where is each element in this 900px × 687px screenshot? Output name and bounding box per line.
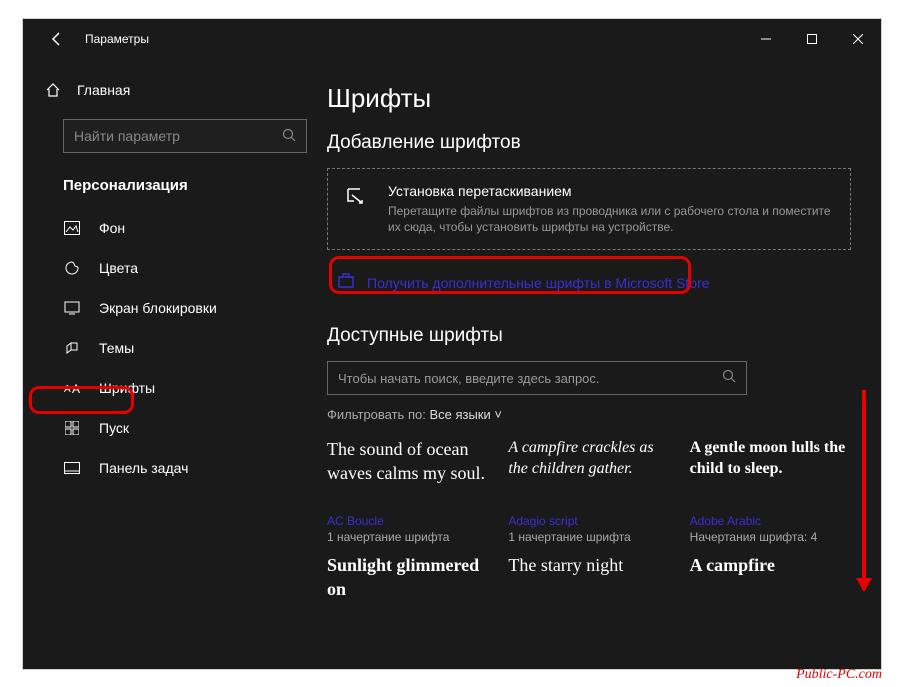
font-name: AC Boucle: [327, 514, 488, 528]
close-button[interactable]: [835, 19, 881, 59]
palette-icon: [63, 260, 81, 276]
font-card[interactable]: A campfire crackles as the children gath…: [508, 438, 669, 544]
font-preview: A campfire crackles as the children gath…: [508, 438, 669, 508]
nav-label: Экран блокировки: [99, 300, 217, 316]
font-card[interactable]: The starry night: [508, 554, 669, 624]
sidebar-home[interactable]: Главная: [23, 71, 323, 109]
page-title: Шрифты: [327, 83, 851, 114]
maximize-button[interactable]: [789, 19, 835, 59]
add-fonts-heading: Добавление шрифтов: [327, 132, 851, 154]
font-search-placeholder: Чтобы начать поиск, введите здесь запрос…: [338, 371, 722, 386]
sidebar-item-colors[interactable]: Цвета: [23, 248, 323, 288]
drop-text: Установка перетаскиванием Перетащите фай…: [388, 183, 834, 235]
window-title: Параметры: [85, 32, 743, 46]
sidebar-category: Персонализация: [23, 171, 323, 208]
annotation-arrow-down: [862, 390, 866, 590]
back-button[interactable]: [41, 23, 73, 55]
font-card[interactable]: Sunlight glimmered on: [327, 554, 488, 624]
drag-drop-icon: [344, 183, 370, 216]
sidebar-item-fonts[interactable]: AA Шрифты: [23, 368, 323, 408]
font-preview: A campfire: [690, 554, 851, 624]
chevron-down-icon: ˅: [494, 407, 502, 422]
nav-label: Шрифты: [99, 380, 155, 396]
font-preview: A gentle moon lulls the child to sleep.: [690, 438, 851, 508]
filter-value: Все языки: [429, 407, 490, 422]
lock-screen-icon: [63, 301, 81, 315]
font-drop-zone[interactable]: Установка перетаскиванием Перетащите фай…: [327, 168, 851, 250]
drop-title: Установка перетаскиванием: [388, 183, 834, 199]
nav-label: Фон: [99, 220, 125, 236]
font-name: Adagio script: [508, 514, 669, 528]
font-search-input[interactable]: Чтобы начать поиск, введите здесь запрос…: [327, 361, 747, 395]
minimize-button[interactable]: [743, 19, 789, 59]
content-area: Шрифты Добавление шрифтов Установка пере…: [323, 59, 881, 669]
taskbar-icon: [63, 462, 81, 474]
nav-label: Пуск: [99, 420, 129, 436]
svg-text:A: A: [72, 382, 80, 395]
sidebar-home-label: Главная: [77, 82, 130, 98]
picture-icon: [63, 221, 81, 235]
font-card[interactable]: A gentle moon lulls the child to sleep. …: [690, 438, 851, 544]
fonts-icon: AA: [63, 381, 81, 395]
store-icon: [337, 272, 355, 293]
available-fonts-heading: Доступные шрифты: [327, 325, 851, 347]
search-icon: [722, 369, 736, 388]
sidebar-item-lockscreen[interactable]: Экран блокировки: [23, 288, 323, 328]
font-name: Adobe Arabic: [690, 514, 851, 528]
settings-search[interactable]: Найти параметр: [63, 119, 307, 153]
font-face-count: 1 начертание шрифта: [327, 530, 488, 544]
font-face-count: 1 начертание шрифта: [508, 530, 669, 544]
search-placeholder: Найти параметр: [74, 128, 282, 144]
watermark: Public-PC.com: [796, 667, 882, 683]
font-grid: The sound of ocean waves calms my soul. …: [327, 438, 851, 624]
themes-icon: [63, 340, 81, 356]
sidebar-item-taskbar[interactable]: Панель задач: [23, 448, 323, 488]
start-icon: [63, 421, 81, 435]
font-face-count: Начертания шрифта: 4: [690, 530, 851, 544]
titlebar: Параметры: [23, 19, 881, 59]
nav-label: Темы: [99, 340, 134, 356]
settings-window: Параметры Главная Найти параметр: [22, 18, 882, 670]
window-controls: [743, 19, 881, 59]
get-fonts-store-link[interactable]: Получить дополнительные шрифты в Microso…: [327, 264, 851, 301]
drop-desc: Перетащите файлы шрифтов из проводника и…: [388, 203, 834, 235]
sidebar-item-themes[interactable]: Темы: [23, 328, 323, 368]
nav-label: Цвета: [99, 260, 138, 276]
sidebar-item-start[interactable]: Пуск: [23, 408, 323, 448]
svg-text:A: A: [64, 384, 71, 395]
font-filter[interactable]: Фильтровать по: Все языки ˅: [327, 407, 851, 422]
font-preview: Sunlight glimmered on: [327, 554, 488, 624]
font-preview: The starry night: [508, 554, 669, 624]
store-link-text: Получить дополнительные шрифты в Microso…: [367, 275, 710, 291]
filter-label: Фильтровать по:: [327, 407, 426, 422]
font-card[interactable]: The sound of ocean waves calms my soul. …: [327, 438, 488, 544]
sidebar: Главная Найти параметр Персонализация Фо…: [23, 59, 323, 669]
home-icon: [45, 82, 61, 98]
font-card[interactable]: A campfire: [690, 554, 851, 624]
body: Главная Найти параметр Персонализация Фо…: [23, 59, 881, 669]
search-icon: [282, 128, 296, 145]
nav-label: Панель задач: [99, 460, 188, 476]
sidebar-item-background[interactable]: Фон: [23, 208, 323, 248]
font-preview: The sound of ocean waves calms my soul.: [327, 438, 488, 508]
